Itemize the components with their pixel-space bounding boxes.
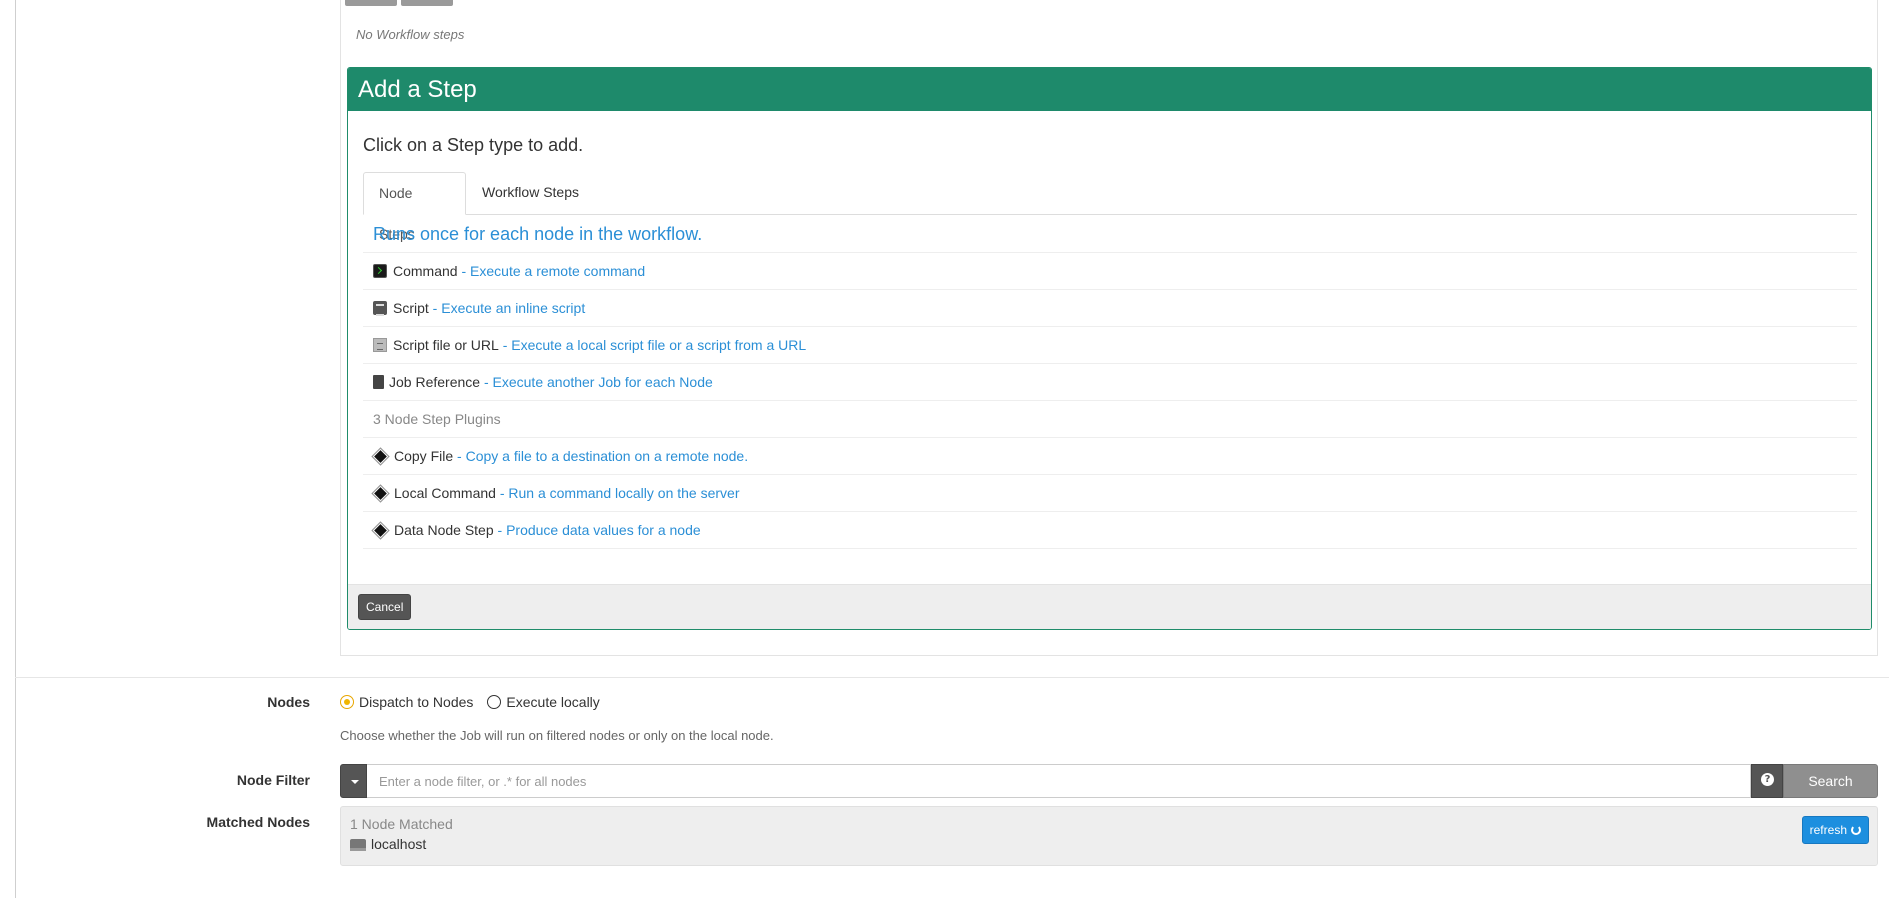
refresh-icon — [1851, 825, 1861, 835]
step-name: Command — [393, 262, 458, 279]
refresh-button[interactable]: refresh — [1801, 816, 1869, 844]
execute-locally-label[interactable]: Execute locally — [506, 694, 599, 710]
step-description: Produce data values for a node — [506, 521, 701, 538]
step-item-script-file[interactable]: Script file or URL - Execute a local scr… — [363, 327, 1857, 364]
node-step-list: Runs once for each node in the workflow.… — [363, 215, 1857, 549]
workflow-button-stub[interactable] — [345, 0, 397, 6]
nodes-help-text: Choose whether the Job will run on filte… — [340, 728, 774, 743]
plugin-diamond-icon — [372, 485, 389, 501]
add-step-footer: Cancel — [348, 584, 1871, 629]
no-workflow-steps-text: No Workflow steps — [356, 27, 465, 42]
node-name: localhost — [371, 836, 427, 852]
server-icon — [350, 839, 366, 851]
filter-dropdown-button[interactable] — [340, 764, 367, 798]
step-description: Execute an inline script — [441, 299, 586, 316]
node-filter-label: Node Filter — [236, 772, 310, 788]
script-file-icon — [373, 338, 387, 352]
section-divider — [15, 677, 1889, 678]
step-description: Execute a local script file or a script … — [511, 336, 807, 353]
refresh-label: refresh — [1809, 823, 1847, 837]
book-icon — [373, 375, 384, 389]
search-button[interactable]: Search — [1783, 764, 1878, 798]
add-step-panel: Add a Step Click on a Step type to add. … — [347, 67, 1872, 630]
matched-count-text: 1 Node Matched — [350, 816, 453, 832]
add-step-title: Add a Step — [348, 68, 1871, 111]
step-item-local-command[interactable]: Local Command - Run a command locally on… — [363, 475, 1857, 512]
plugin-diamond-icon — [372, 448, 389, 464]
step-name: Script file or URL — [393, 336, 499, 353]
add-step-body: Click on a Step type to add. Node Steps … — [348, 111, 1871, 586]
step-description: Execute another Job for each Node — [492, 373, 713, 390]
step-name: Script — [393, 299, 429, 316]
nodes-label: Nodes — [267, 694, 310, 710]
script-icon — [373, 301, 387, 316]
matched-node-item[interactable]: localhost — [350, 836, 426, 852]
node-filter-input[interactable] — [367, 764, 1751, 798]
matched-nodes-box: 1 Node Matched localhost refresh — [340, 806, 1878, 866]
step-item-job-reference[interactable]: Job Reference - Execute another Job for … — [363, 364, 1857, 401]
workflow-panel: No Workflow steps Add a Step Click on a … — [340, 0, 1878, 656]
step-item-command[interactable]: Command - Execute a remote command — [363, 253, 1857, 290]
node-filter-group: Search — [340, 764, 1878, 798]
nodes-radio-group: Dispatch to Nodes Execute locally — [340, 694, 614, 710]
dispatch-to-nodes-radio[interactable] — [340, 695, 354, 709]
execute-locally-radio[interactable] — [487, 695, 502, 709]
workflow-button-stub[interactable] — [401, 0, 453, 6]
step-description: Execute a remote command — [470, 262, 646, 279]
step-description: Copy a file to a destination on a remote… — [465, 447, 749, 464]
node-step-plugin-count: 3 Node Step Plugins — [363, 401, 1857, 438]
step-name: Copy File — [394, 447, 454, 464]
step-name: Data Node Step — [394, 521, 494, 538]
plugin-diamond-icon — [372, 522, 389, 538]
step-type-tabs: Node Steps Workflow Steps — [363, 172, 1857, 242]
tab-workflow-steps[interactable]: Workflow Steps — [467, 172, 594, 215]
tab-node-steps[interactable]: Node Steps — [363, 172, 466, 242]
step-name: Job Reference — [389, 373, 481, 390]
question-circle-icon[interactable] — [1751, 764, 1783, 798]
matched-nodes-label: Matched Nodes — [206, 814, 310, 830]
step-description: Run a command locally on the server — [508, 484, 740, 501]
terminal-icon — [373, 264, 387, 278]
step-item-data-node-step[interactable]: Data Node Step - Produce data values for… — [363, 512, 1857, 549]
step-name: Local Command — [394, 484, 496, 501]
node-step-list-heading: Runs once for each node in the workflow. — [363, 215, 1857, 253]
dispatch-to-nodes-label[interactable]: Dispatch to Nodes — [359, 694, 473, 710]
cancel-button[interactable]: Cancel — [358, 594, 412, 620]
step-item-script[interactable]: Script - Execute an inline script — [363, 290, 1857, 327]
step-item-copy-file[interactable]: Copy File - Copy a file to a destination… — [363, 438, 1857, 475]
add-step-instructions: Click on a Step type to add. — [363, 135, 584, 155]
